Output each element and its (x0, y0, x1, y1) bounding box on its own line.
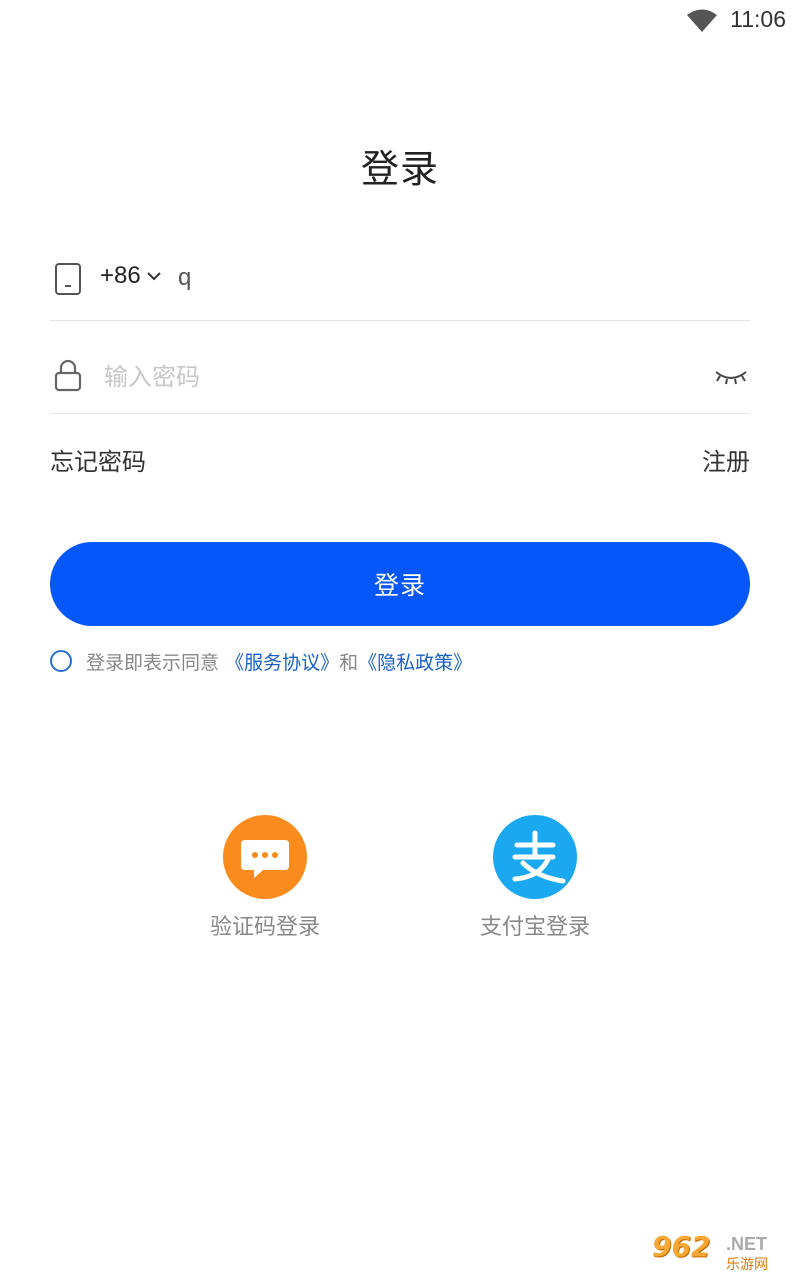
country-code-selector[interactable]: +86 (100, 262, 141, 290)
privacy-policy-link[interactable]: 《隐私政策》 (358, 652, 472, 674)
status-time: 11:06 (730, 6, 786, 32)
phone-icon (55, 263, 81, 295)
phone-input[interactable] (178, 258, 678, 298)
sms-login-label: 验证码登录 (209, 915, 320, 940)
forgot-password-link[interactable]: 忘记密码 (50, 442, 146, 477)
eye-closed-icon[interactable] (714, 366, 748, 386)
watermark-cn: 乐游网 (726, 1257, 768, 1273)
chevron-down-icon[interactable] (146, 270, 162, 282)
watermark-suffix: .NET (726, 1234, 768, 1254)
agreement-prefix: 登录即表示同意 (86, 652, 220, 674)
alipay-icon[interactable] (493, 815, 577, 899)
password-input[interactable] (104, 358, 644, 396)
sms-icon[interactable] (223, 815, 307, 899)
wifi-icon (687, 9, 717, 32)
auth-links: 忘记密码 注册 (50, 442, 750, 478)
agreement-and: 和 (339, 652, 359, 674)
phone-field-row: +86 (50, 240, 750, 321)
alipay-login-option[interactable]: 支付宝登录 (455, 815, 615, 941)
login-button[interactable]: 登录 (50, 542, 750, 626)
service-agreement-link[interactable]: 《服务协议》 (225, 652, 339, 674)
sms-login-option[interactable]: 验证码登录 (185, 815, 345, 941)
status-bar: 11:06 (0, 0, 800, 40)
alipay-login-label: 支付宝登录 (479, 915, 590, 940)
watermark-logo: 962 .NET 乐游网 (652, 1230, 792, 1274)
register-link[interactable]: 注册 (702, 442, 750, 477)
agreement-checkbox[interactable] (50, 650, 72, 672)
watermark-number: 962 (652, 1230, 711, 1263)
password-field-row (50, 320, 750, 414)
page-title: 登录 (360, 147, 439, 191)
lock-icon (54, 359, 82, 392)
agreement-text: 登录即表示同意 《服务协议》和《隐私政策》 (86, 648, 472, 675)
